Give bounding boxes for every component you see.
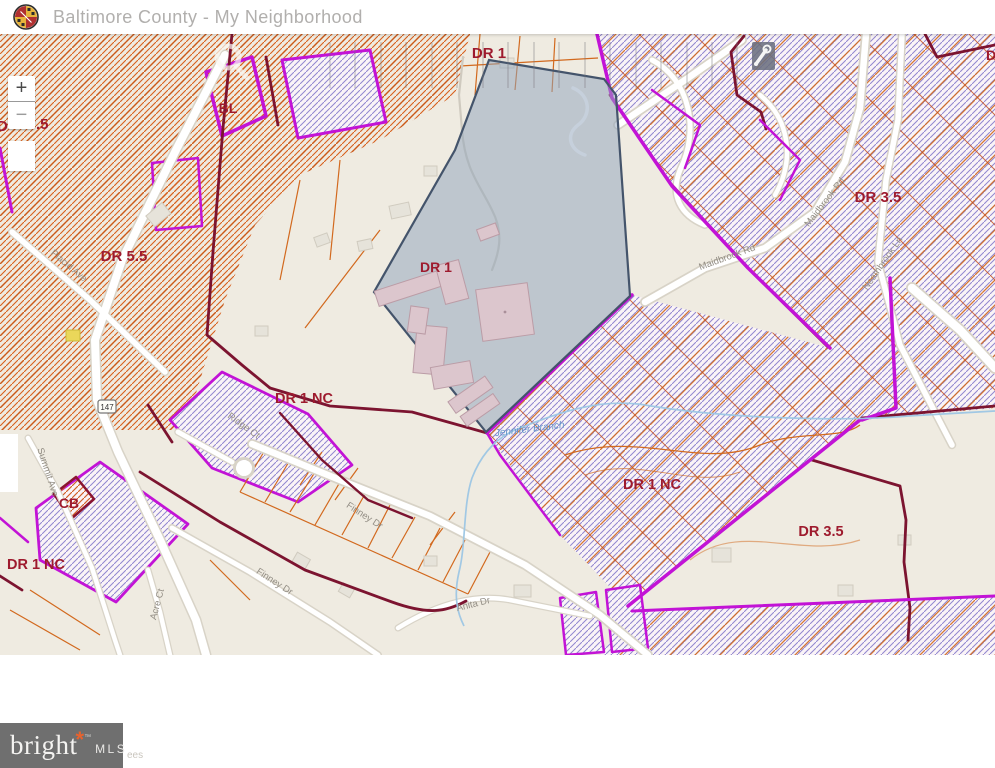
yellow-building [66, 330, 80, 341]
watermark-tm: ™ [84, 734, 91, 741]
zoning-label-dr1nc-left: DR 1 NC [275, 391, 334, 407]
tool-icon-ghost[interactable] [752, 42, 775, 70]
attribution-fragment: ees [127, 750, 143, 761]
zoning-label-dr1nc-bottom-left: DR 1 NC [7, 557, 66, 573]
baltimore-county-seal-icon [13, 4, 39, 30]
map-canvas[interactable]: 147 Placid Ave Summit Ave Ridge Ct Acre … [0, 34, 995, 655]
watermark-mls: MLS [95, 742, 127, 756]
zoning-label-cb: CB [59, 495, 79, 511]
route-shield-text: 147 [100, 403, 114, 412]
zoom-out-button[interactable]: − [8, 102, 35, 128]
zoning-label-partial-left-d: D [0, 118, 8, 135]
zoning-label-dr1-top: DR 1 [472, 45, 506, 62]
zoning-label-partial-left-5: .5 [36, 116, 49, 133]
zoom-in-button[interactable]: + [8, 76, 35, 102]
page-title: Baltimore County - My Neighborhood [53, 7, 363, 28]
white-label-patch [0, 434, 18, 492]
app-window: 147 Placid Ave Summit Ave Ridge Ct Acre … [0, 0, 995, 768]
zoning-label-bl: BL [219, 100, 238, 116]
zoom-control: + − [8, 76, 35, 129]
map-svg[interactable]: 147 Placid Ave Summit Ave Ridge Ct Acre … [0, 34, 995, 655]
blank-control-button[interactable] [8, 141, 35, 171]
header-bar: Baltimore County - My Neighborhood [0, 0, 995, 34]
watermark-brand: bright [10, 730, 78, 761]
zoning-label-dr55: DR 5.5 [101, 248, 148, 265]
bright-mls-watermark: bright*™MLS [0, 723, 123, 768]
route-shield-147: 147 [98, 400, 116, 413]
watermark-star-icon: * [76, 727, 85, 753]
zoning-label-dr35-bottom: DR 3.5 [798, 524, 843, 540]
zoning-label-partial-right-d: D [986, 47, 995, 63]
zoning-label-dr35-top: DR 3.5 [855, 189, 902, 206]
footer: bright*™MLS ees [0, 655, 995, 768]
zoning-label-dr1-center: DR 1 [420, 259, 452, 275]
zoning-label-dr1nc-center: DR 1 NC [623, 477, 682, 493]
